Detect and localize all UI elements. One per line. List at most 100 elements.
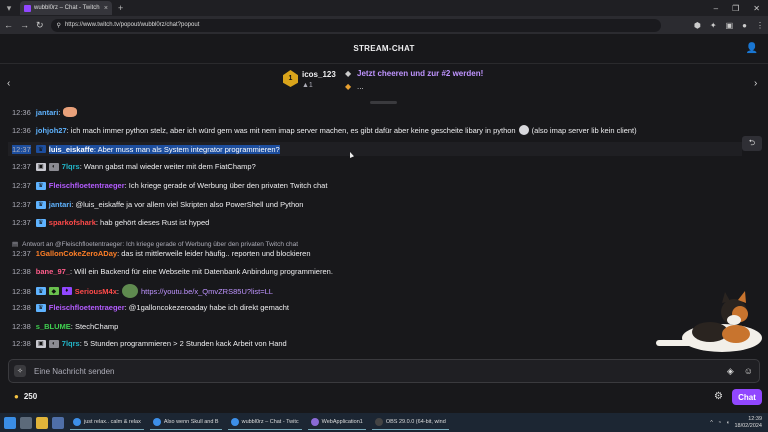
chat-message: 12:37 ♛ Fleischfloetentraeger : Ich krie… [12, 181, 327, 190]
file-explorer-icon[interactable] [36, 416, 48, 429]
message-time: 12:36 [12, 107, 31, 117]
url-text: https://www.twitch.tv/popout/wubbl0rz/ch… [64, 22, 200, 28]
message-user[interactable]: s_BLUME [36, 322, 71, 331]
profile-icon[interactable]: ● [742, 21, 747, 30]
extensions-puzzle-icon[interactable]: ✦ [710, 21, 717, 30]
clock[interactable]: 12:39 18/02/2024 [734, 416, 762, 430]
maximize-button[interactable]: ❐ [732, 4, 739, 13]
message-user[interactable]: 7lqrs [62, 162, 80, 171]
message-time: 12:37 [12, 200, 31, 209]
channel-points[interactable]: ● 250 [14, 392, 37, 401]
message-user[interactable]: jantari [36, 108, 59, 117]
message-user[interactable]: johjoh27 [36, 126, 67, 135]
editor-icon[interactable] [52, 416, 64, 429]
badge-icon[interactable]: ◆ [48, 287, 59, 295]
volume-icon[interactable]: ◖ [726, 420, 729, 426]
leader-username[interactable]: icos_123 [302, 70, 336, 79]
cat-image [656, 291, 762, 352]
leader-count: ▲1 [302, 82, 313, 89]
taskbar-app[interactable]: OBS 29.0.0 (64-bit, wind [371, 415, 449, 430]
close-window-button[interactable]: ✕ [753, 4, 760, 13]
taskbar-app[interactable]: just relax.. calm & relax [70, 415, 144, 430]
points-icon: ● [14, 392, 19, 401]
emote-picker-icon[interactable]: ☺ [744, 366, 753, 377]
badge-icon[interactable]: ◐ [48, 339, 59, 348]
browser-menu-icon[interactable]: ⋮ [756, 21, 764, 30]
sub-badge-icon[interactable]: ♛ [35, 287, 46, 295]
message-user[interactable]: Fleischfloetentraeger [49, 181, 125, 190]
sub-badge-icon[interactable]: ♛ [35, 145, 46, 153]
message-user[interactable]: 7lqrs [62, 339, 80, 348]
sub-badge-icon[interactable]: ♛ [35, 181, 46, 190]
reply-context-text: Antwort an @Fleischfloetentraeger: Ich k… [22, 240, 299, 248]
leaderboard-prev-icon[interactable]: ‹ [7, 78, 10, 89]
badge-icon[interactable]: ▣ [35, 162, 46, 171]
new-tab-button[interactable]: + [118, 3, 123, 13]
sub-badge-icon[interactable]: ♛ [35, 200, 46, 209]
back-icon[interactable]: ← [4, 20, 13, 30]
message-text: : @1galloncokezeroaday habe ich direkt g… [124, 303, 290, 312]
site-info-icon[interactable]: ⚲ [57, 22, 61, 29]
emote-icon[interactable] [518, 125, 529, 135]
message-time: 12:38 [12, 322, 31, 331]
send-chat-button[interactable]: Chat [732, 389, 762, 405]
extension-icon[interactable]: ⬢ [694, 21, 701, 30]
badge-icon[interactable]: ♦ [61, 287, 72, 295]
message-user[interactable]: luis_eiskaffe [48, 144, 94, 154]
taskbar-app[interactable]: Also wenn Skull and B [149, 415, 222, 430]
chat-message: 12:38 ♛ Fleischfloetentraeger : @1gallon… [12, 303, 289, 312]
sidebar-icon[interactable]: ▣ [726, 21, 734, 30]
bits-cheer-icon[interactable]: ◈ [727, 366, 734, 377]
message-user[interactable]: bane_97_ [36, 267, 70, 276]
reply-thread-icon: ▤ [12, 241, 19, 248]
chat-message: 12:38 ▣ ◐ 7lqrs : 5 Stunden programmiere… [12, 339, 287, 348]
message-user[interactable]: jantari [49, 200, 72, 209]
tab-search-icon[interactable]: ▾ [2, 1, 16, 15]
message-user[interactable]: sparkofshark [49, 218, 96, 227]
task-view-icon[interactable] [20, 416, 32, 429]
network-icon[interactable]: ◔ [718, 420, 721, 426]
taskbar-app[interactable]: WebApplication1 [307, 415, 366, 430]
chat-message: 12:36 jantari : [12, 107, 78, 117]
browser-tab[interactable]: wubbl0rz – Chat - Twitch × [20, 1, 112, 15]
message-user[interactable]: SeriousM4x [75, 287, 117, 296]
emote-icon[interactable] [63, 107, 78, 117]
cheer-prompt[interactable]: Jetzt cheeren und zur #2 werden! [357, 69, 483, 78]
badge-icon[interactable]: ◐ [48, 162, 59, 171]
taskbar-app-label: wubbl0rz – Chat - Twitc [241, 419, 299, 425]
windows-start-icon[interactable] [4, 416, 16, 429]
taskbar-app-label: OBS 29.0.0 (64-bit, wind [385, 419, 446, 425]
reply-icon[interactable]: ⮌ [742, 136, 762, 151]
message-user[interactable]: 1GallonCokeZeroADay [36, 249, 117, 258]
scroll-handle[interactable] [370, 101, 397, 104]
chat-header: STREAM-CHAT 👤 [0, 34, 768, 64]
clock-date: 18/02/2024 [734, 422, 762, 429]
community-users-icon[interactable]: 👤 [746, 43, 758, 54]
chat-input[interactable]: ✧ Eine Nachricht senden ◈ ☺ [8, 359, 760, 383]
channel-points-icon[interactable]: ✧ [14, 365, 26, 377]
leaderboard-next-icon[interactable]: › [754, 78, 757, 89]
reply-context[interactable]: ▤ Antwort an @Fleischfloetentraeger: Ich… [12, 240, 299, 249]
tray-expand-icon[interactable]: ^ [710, 420, 713, 426]
reload-icon[interactable]: ↻ [36, 20, 44, 31]
message-time: 12:37 [12, 162, 31, 171]
taskbar-app-label: WebApplication1 [321, 419, 363, 425]
taskbar-app[interactable]: wubbl0rz – Chat - Twitc [227, 415, 302, 430]
message-link[interactable]: https://youtu.be/x_QmvZRS85U?list=LL [141, 287, 273, 296]
emote-icon[interactable] [121, 284, 138, 298]
tab-close-icon[interactable]: × [104, 5, 108, 12]
badge-icon[interactable]: ▣ [35, 339, 46, 348]
chat-settings-gear-icon[interactable]: ⚙ [714, 391, 723, 402]
address-bar[interactable]: ⚲ https://www.twitch.tv/popout/wubbl0rz/… [50, 18, 661, 32]
app-icon [152, 418, 161, 426]
forward-icon[interactable]: → [20, 20, 29, 30]
sub-badge-icon[interactable]: ♛ [35, 218, 46, 227]
message-time: 12:38 [12, 286, 31, 296]
minimize-button[interactable]: – [714, 4, 718, 13]
rank-badge: 1 [283, 70, 298, 87]
message-text: : @luis_eiskaffe ja vor allem viel Skrip… [71, 200, 304, 209]
message-time: 12:37 [12, 181, 31, 190]
twitch-favicon-icon [24, 4, 31, 12]
sub-badge-icon[interactable]: ♛ [35, 303, 46, 312]
message-user[interactable]: Fleischfloetentraeger [49, 303, 125, 312]
